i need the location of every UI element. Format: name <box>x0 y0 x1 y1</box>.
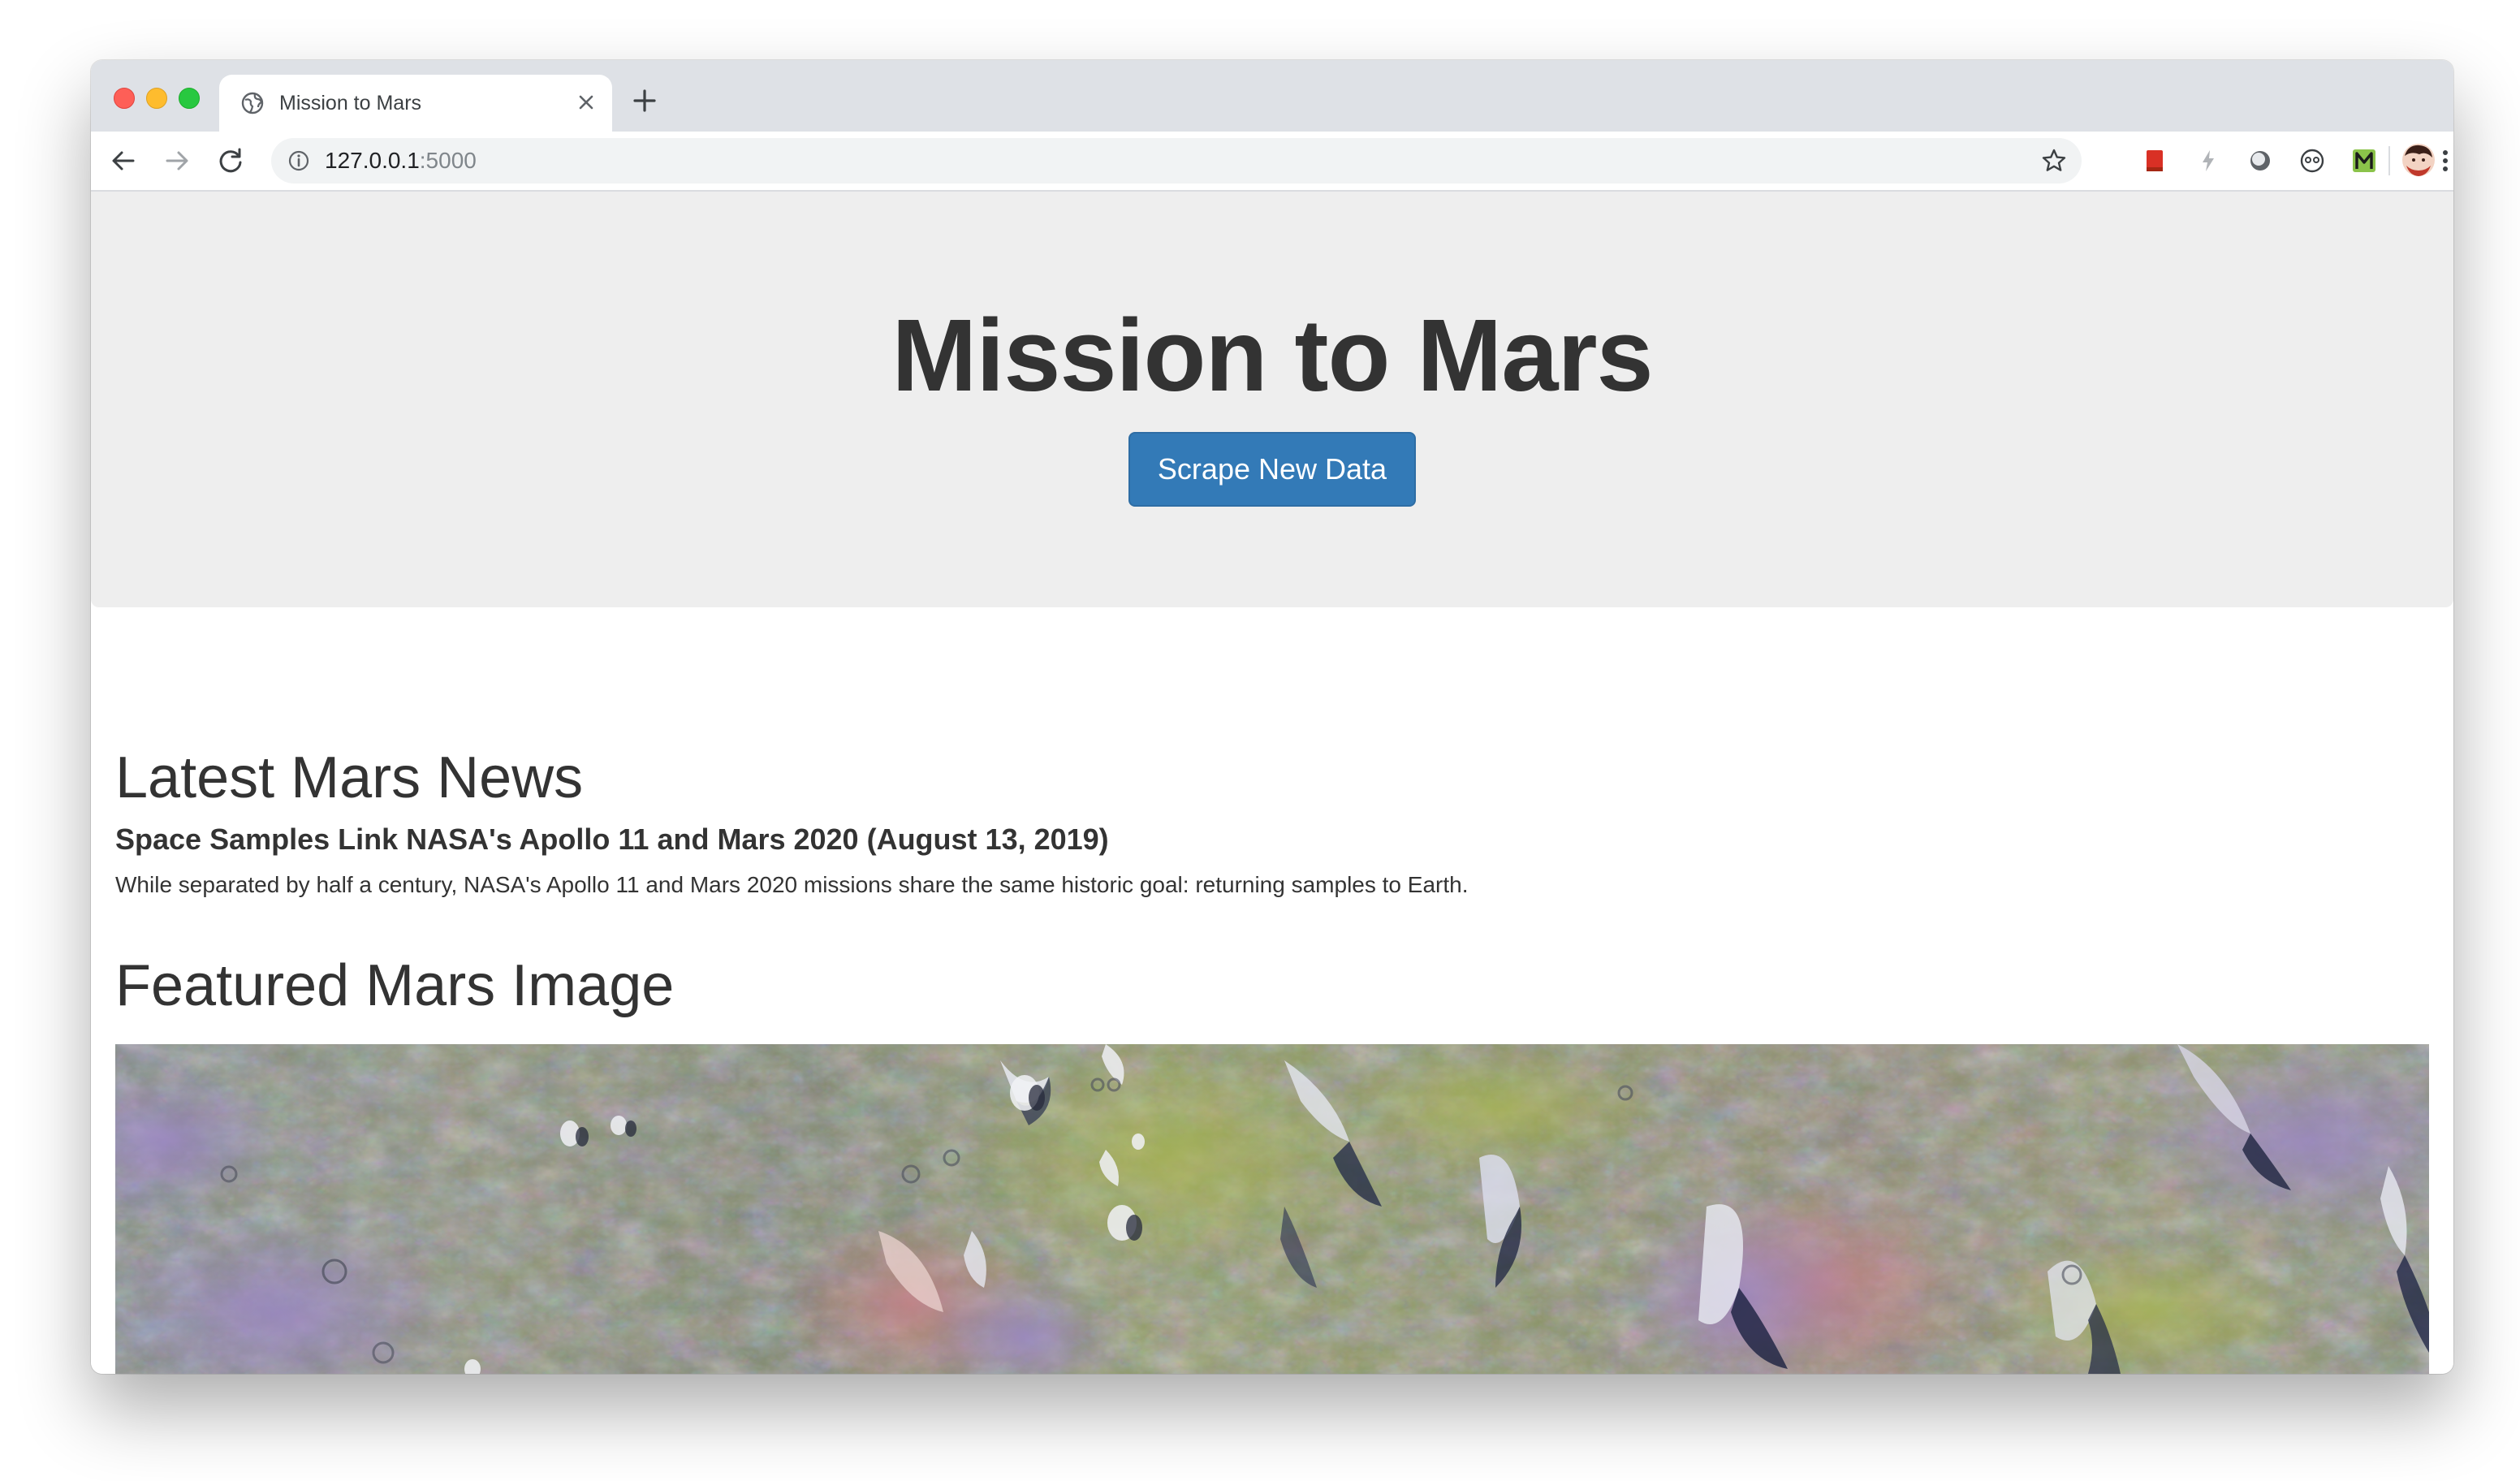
bookmark-ext-icon[interactable] <box>2140 146 2169 175</box>
globe-icon <box>241 92 264 114</box>
featured-mars-image[interactable] <box>115 1044 2429 1374</box>
desktop-background: Mission to Mars 127.0.0.1:5000 Mission t… <box>0 0 2520 1481</box>
jumbotron: Mission to Mars Scrape New Data <box>91 192 2453 607</box>
star-icon[interactable] <box>2039 146 2069 175</box>
reload-icon[interactable] <box>214 145 247 177</box>
arrow-left-icon[interactable] <box>107 145 140 177</box>
tab-mission-to-mars[interactable]: Mission to Mars <box>219 75 612 132</box>
featured-image-heading: Featured Mars Image <box>115 953 675 1018</box>
m-ext-icon[interactable] <box>2350 146 2379 175</box>
arrow-right-icon[interactable] <box>161 145 193 177</box>
page-viewport: Mission to Mars Scrape New Data Latest M… <box>91 192 2453 1374</box>
minimize-window-button[interactable] <box>146 88 167 109</box>
browser-window: Mission to Mars 127.0.0.1:5000 Mission t… <box>91 60 2453 1374</box>
mask-ext-icon[interactable] <box>2298 146 2327 175</box>
url-host: 127.0.0.1 <box>325 148 420 173</box>
news-title: Space Samples Link NASA's Apollo 11 and … <box>115 823 1109 856</box>
circle-ext-icon[interactable] <box>2246 146 2275 175</box>
news-teaser: While separated by half a century, NASA'… <box>115 872 1469 897</box>
plus-icon[interactable] <box>627 83 662 119</box>
scrape-new-data-button[interactable]: Scrape New Data <box>1128 432 1416 507</box>
lightning-ext-icon[interactable] <box>2194 146 2223 175</box>
tab-strip: Mission to Mars <box>91 60 2453 132</box>
info-icon[interactable] <box>287 149 310 172</box>
news-heading: Latest Mars News <box>115 745 584 810</box>
tab-title: Mission to Mars <box>279 92 422 114</box>
browser-toolbar: 127.0.0.1:5000 <box>91 132 2453 192</box>
profile-divider <box>2388 146 2390 175</box>
profile-avatar[interactable] <box>2401 143 2436 177</box>
more-vert-icon[interactable] <box>2437 146 2453 175</box>
page-title: Mission to Mars <box>891 298 1653 412</box>
close-icon[interactable] <box>573 89 599 115</box>
url-port: :5000 <box>419 148 477 173</box>
address-bar[interactable]: 127.0.0.1:5000 <box>271 138 2082 184</box>
url-text[interactable]: 127.0.0.1:5000 <box>325 148 477 174</box>
zoom-window-button[interactable] <box>179 88 200 109</box>
mars-terrain-image <box>115 1044 2429 1374</box>
close-window-button[interactable] <box>114 88 135 109</box>
